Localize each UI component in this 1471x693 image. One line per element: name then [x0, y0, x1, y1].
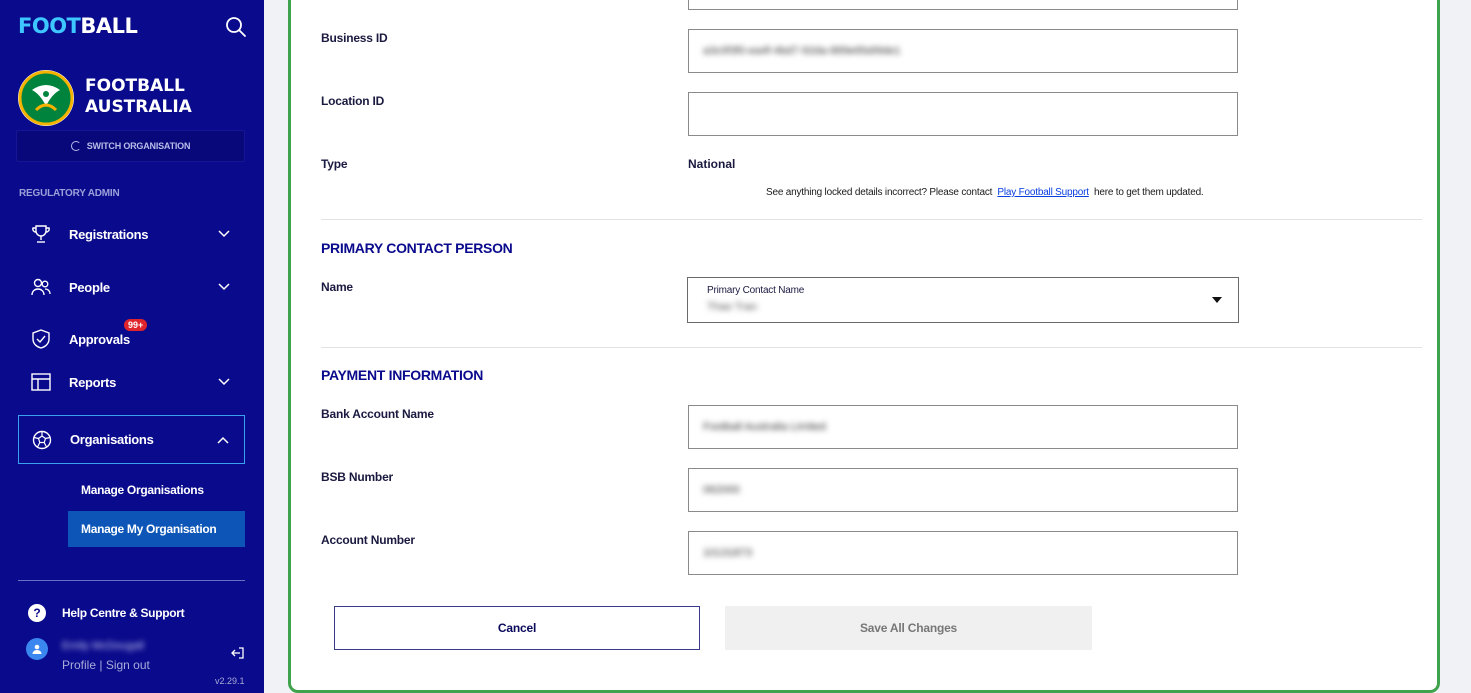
name-label: Name: [321, 280, 353, 294]
shield-check-icon: [32, 329, 50, 349]
sidebar-item-label: Registrations: [69, 226, 149, 242]
sidebar-item-label: People: [69, 279, 110, 295]
account-number-label: Account Number: [321, 533, 415, 547]
scrollbar[interactable]: [1452, 0, 1471, 693]
partially-visible-input[interactable]: [688, 0, 1238, 10]
profile-link[interactable]: Profile: [62, 658, 96, 672]
notice-text: See anything locked details incorrect? P…: [766, 187, 993, 198]
locked-details-notice: See anything locked details incorrect? P…: [766, 187, 1204, 198]
bank-account-name-input[interactable]: Football Australia Limited: [688, 405, 1238, 449]
business-id-input[interactable]: a3c0f3f0-ea4f-4bd7-92da-889e6fa99de1: [688, 29, 1238, 73]
caret-down-icon: [1212, 297, 1222, 303]
sidebar-subitem-manage-my-organisation[interactable]: Manage My Organisation: [68, 511, 245, 547]
reports-icon: [31, 373, 51, 391]
business-id-label: Business ID: [321, 31, 388, 45]
chevron-down-icon: [218, 283, 230, 291]
type-label: Type: [321, 157, 348, 171]
trophy-icon: [32, 225, 50, 243]
primary-contact-select-label: Primary Contact Name: [707, 285, 805, 296]
payment-section-title: PAYMENT INFORMATION: [321, 367, 484, 383]
help-centre-link[interactable]: ? Help Centre & Support: [28, 604, 185, 622]
chevron-down-icon: [218, 378, 230, 386]
notice-text-suffix: here to get them updated.: [1093, 187, 1204, 198]
sidebar-item-registrations[interactable]: Registrations: [18, 214, 245, 254]
switch-organisation-label: SWITCH ORGANISATION: [86, 141, 191, 151]
location-id-label: Location ID: [321, 94, 385, 108]
type-value: National: [688, 157, 736, 171]
play-football-support-link[interactable]: Play Football Support: [997, 187, 1089, 198]
sidebar: FOOTBALL FOOTBALL AUSTRALIA SWITCH ORGAN…: [0, 0, 264, 693]
account-number-input[interactable]: 10131873: [688, 531, 1238, 575]
scrollbar-thumb[interactable]: [1458, 0, 1465, 693]
help-label: Help Centre & Support: [62, 606, 185, 620]
section-heading: REGULATORY ADMIN: [19, 188, 120, 199]
people-icon: [31, 278, 51, 296]
org-name: FOOTBALL AUSTRALIA: [85, 76, 192, 117]
refresh-icon: [70, 141, 81, 151]
org-logo: [18, 70, 74, 126]
sidebar-item-label: Organisations: [70, 432, 154, 447]
cancel-button[interactable]: Cancel: [334, 606, 700, 650]
account-number-value: 10131873: [703, 547, 752, 559]
primary-contact-section-title: PRIMARY CONTACT PERSON: [321, 240, 513, 256]
logout-icon[interactable]: [230, 645, 246, 661]
avatar[interactable]: [26, 638, 48, 660]
help-icon: ?: [28, 604, 46, 622]
section-divider: [321, 347, 1422, 348]
search-icon[interactable]: [224, 15, 248, 39]
bank-account-name-label: Bank Account Name: [321, 407, 434, 421]
sidebar-item-organisations[interactable]: Organisations: [18, 415, 245, 464]
approvals-count-badge: 99+: [124, 319, 148, 331]
sidebar-subitem-manage-organisations[interactable]: Manage Organisations: [68, 472, 245, 508]
football-icon: [32, 430, 52, 450]
version-label: v2.29.1: [215, 676, 245, 686]
bank-account-name-value: Football Australia Limited: [703, 421, 826, 433]
brand-logo[interactable]: FOOTBALL: [18, 14, 138, 38]
switch-organisation-button[interactable]: SWITCH ORGANISATION: [16, 130, 245, 162]
bsb-number-label: BSB Number: [321, 470, 394, 484]
bsb-number-value: 062000: [703, 484, 740, 496]
user-name: Emily McDougall: [62, 640, 144, 652]
primary-contact-select-value: Thao Tran: [707, 301, 758, 313]
sign-out-link[interactable]: Sign out: [106, 658, 150, 672]
save-all-changes-button[interactable]: Save All Changes: [725, 606, 1092, 650]
location-id-input[interactable]: [688, 92, 1238, 136]
sidebar-item-label: Reports: [69, 374, 117, 390]
sidebar-item-approvals[interactable]: Approvals 99+: [18, 319, 245, 359]
sidebar-item-people[interactable]: People: [18, 267, 245, 307]
primary-contact-select[interactable]: Primary Contact Name Thao Tran: [687, 277, 1239, 323]
sidebar-item-reports[interactable]: Reports: [18, 362, 245, 402]
chevron-down-icon: [218, 230, 230, 238]
sidebar-item-label: Approvals: [69, 331, 130, 347]
sidebar-divider: [18, 580, 245, 581]
profile-links: Profile | Sign out: [62, 658, 150, 672]
business-id-value: a3c0f3f0-ea4f-4bd7-92da-889e6fa99de1: [703, 45, 901, 57]
bsb-number-input[interactable]: 062000: [688, 468, 1238, 512]
section-divider: [321, 219, 1422, 220]
chevron-up-icon: [217, 436, 229, 444]
